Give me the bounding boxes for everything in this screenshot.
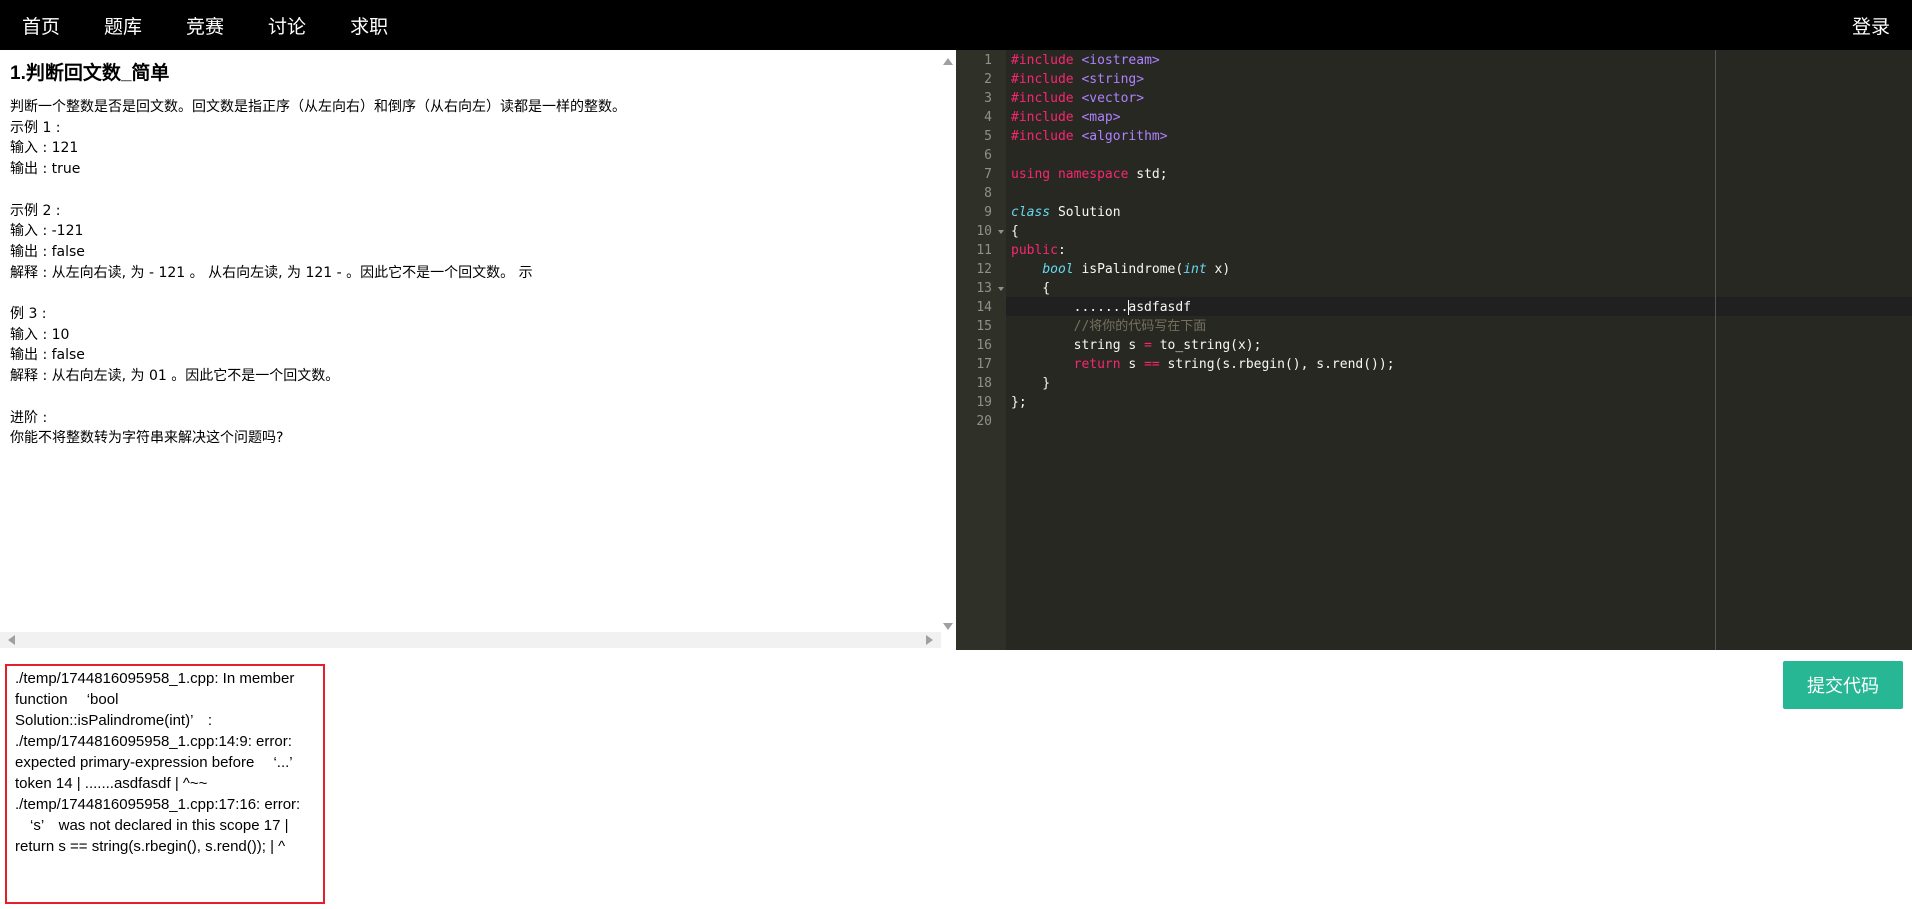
code-line-3[interactable]: #include <vector> (1011, 89, 1144, 108)
code-line-9[interactable]: class Solution (1011, 203, 1121, 222)
line-number: 2 (984, 72, 992, 87)
code-line-7[interactable]: using namespace std; (1011, 165, 1168, 184)
nav-menu: 首页 题库 竞赛 讨论 求职 (0, 0, 410, 50)
line-number: 16 (976, 338, 992, 353)
line-number: 1 (984, 53, 992, 68)
compile-output: ./temp/1744816095958_1.cpp: In member fu… (5, 664, 325, 904)
line-number: 11 (976, 243, 992, 258)
problem-title: 1.判断回文数_简单 (10, 63, 170, 84)
code-line-4[interactable]: #include <map> (1011, 108, 1121, 127)
horizontal-scrollbar[interactable] (0, 632, 941, 648)
nav-jobs[interactable]: 求职 (350, 12, 388, 39)
line-number: 20 (976, 414, 992, 429)
line-number: 5 (984, 129, 992, 144)
code-editor[interactable]: 1 2 3 4 5 6 7 8 9 10 11 12 13 14 15 16 17 18 19 20 #include… (956, 50, 1912, 650)
code-line-10[interactable]: { (1011, 222, 1019, 241)
nav-home[interactable]: 首页 (22, 12, 60, 39)
scroll-right-icon[interactable] (926, 635, 933, 645)
line-number: 6 (984, 148, 992, 163)
code-line-19[interactable]: }; (1011, 393, 1027, 412)
login-link[interactable]: 登录 (1852, 0, 1890, 50)
nav-problems[interactable]: 题库 (104, 12, 142, 39)
code-line-14[interactable]: .......asdfasdf (1011, 298, 1191, 317)
line-number: 7 (984, 167, 992, 182)
code-line-16[interactable]: string s = to_string(x); (1011, 336, 1262, 355)
scroll-left-icon[interactable] (8, 635, 15, 645)
vertical-scrollbar[interactable] (941, 54, 953, 630)
line-number: 9 (984, 205, 992, 220)
print-margin (1715, 50, 1716, 650)
fold-arrow-icon[interactable] (998, 287, 1004, 291)
problem-content: 1.判断回文数_简单 判断一个整数是否是回文数。回文数是指正序（从左向右）和倒序… (10, 58, 940, 449)
line-number: 19 (976, 395, 992, 410)
submit-code-button[interactable]: 提交代码 (1783, 661, 1903, 709)
scroll-up-icon[interactable] (943, 58, 953, 65)
code-line-5[interactable]: #include <algorithm> (1011, 127, 1168, 146)
nav-discuss[interactable]: 讨论 (268, 12, 306, 39)
problem-description: 判断一个整数是否是回文数。回文数是指正序（从左向右）和倒序（从右向左）读都是一样… (10, 99, 626, 447)
code-line-18[interactable]: } (1011, 374, 1050, 393)
scroll-down-icon[interactable] (943, 623, 953, 630)
fold-arrow-icon[interactable] (998, 230, 1004, 234)
line-number: 3 (984, 91, 992, 106)
compile-error-text: ./temp/1744816095958_1.cpp: In member fu… (15, 670, 308, 855)
code-line-13[interactable]: { (1011, 279, 1050, 298)
editor-gutter: 1 2 3 4 5 6 7 8 9 10 11 12 13 14 15 16 17 18 19 20 (956, 50, 1006, 650)
line-number: 8 (984, 186, 992, 201)
code-line-11[interactable]: public: (1011, 241, 1066, 260)
code-line-2[interactable]: #include <string> (1011, 70, 1144, 89)
line-number: 10 (976, 224, 992, 239)
line-number: 18 (976, 376, 992, 391)
line-number: 4 (984, 110, 992, 125)
top-navbar: 首页 题库 竞赛 讨论 求职 登录 (0, 0, 1912, 50)
line-number: 13 (976, 281, 992, 296)
code-line-1[interactable]: #include <iostream> (1011, 51, 1160, 70)
line-number: 17 (976, 357, 992, 372)
code-line-12[interactable]: bool isPalindrome(int x) (1011, 260, 1230, 279)
code-line-15[interactable]: //将你的代码写在下面 (1011, 317, 1207, 336)
line-number: 12 (976, 262, 992, 277)
code-line-17[interactable]: return s == string(s.rbegin(), s.rend())… (1011, 355, 1395, 374)
problem-panel[interactable]: 1.判断回文数_简单 判断一个整数是否是回文数。回文数是指正序（从左向右）和倒序… (0, 50, 956, 650)
line-number: 14 (976, 300, 992, 315)
line-number: 15 (976, 319, 992, 334)
nav-contest[interactable]: 竞赛 (186, 12, 224, 39)
